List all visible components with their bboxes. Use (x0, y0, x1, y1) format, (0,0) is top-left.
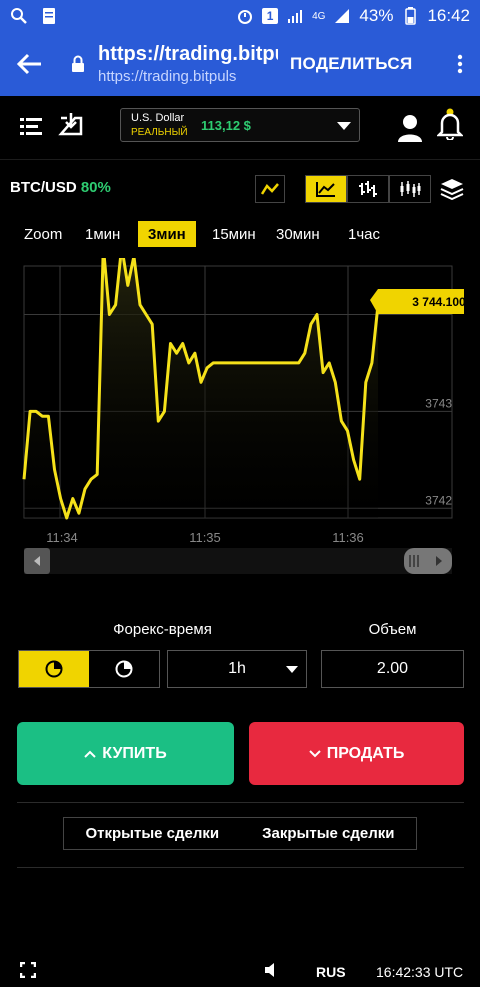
volume-input[interactable]: 2.00 (321, 650, 464, 688)
layers-icon[interactable] (440, 178, 464, 205)
search-icon (10, 7, 28, 25)
back-button[interactable] (0, 32, 58, 96)
indicator-button[interactable] (255, 175, 285, 203)
signal-icon (286, 7, 304, 25)
y-tick-label: 3743 (425, 396, 452, 410)
app-header: U.S. Dollar РЕАЛЬНЫЙ 113,12 $ (0, 96, 480, 160)
menu-list-icon[interactable] (20, 118, 44, 141)
zoom-label: Zoom (24, 225, 63, 243)
pair-name: BTC/USD (10, 179, 77, 196)
timeframe-3min[interactable]: 3мин (138, 221, 196, 247)
timeframe-15min[interactable]: 15мин (212, 221, 256, 247)
x-tick-label: 11:36 (332, 530, 364, 545)
tab-closed-deals[interactable]: Закрытые сделки (262, 825, 394, 842)
asset-pair[interactable]: BTC/USD 80% (10, 179, 111, 196)
buy-button[interactable]: КУПИТЬ (17, 722, 234, 785)
current-price-tag: 3 744.100 (370, 289, 466, 314)
y-axis-labels: 3743 3742 (425, 396, 452, 507)
chart-navigator[interactable] (24, 548, 452, 574)
url-sub: https://trading.bitpuls (98, 68, 237, 85)
navigator-right-handle[interactable] (404, 548, 452, 574)
language-selector[interactable]: RUS (316, 964, 346, 980)
expiry-mode-toggle (18, 650, 160, 688)
more-menu-icon[interactable] (440, 54, 480, 74)
account-selector[interactable]: U.S. Dollar РЕАЛЬНЫЙ 113,12 $ (120, 108, 360, 142)
x-tick-label: 11:35 (189, 530, 221, 545)
chevron-down-icon (337, 122, 351, 130)
timeframe-30min[interactable]: 30мин (276, 221, 320, 247)
document-icon (40, 7, 58, 25)
network-label: 4G (312, 10, 326, 22)
alarm-icon (236, 7, 254, 25)
status-bar: 1 4G 43% 16:42 (0, 0, 480, 32)
price-area (24, 246, 378, 518)
chevron-up-icon (84, 750, 97, 758)
divider (17, 802, 464, 803)
volume-label: Объем (368, 621, 417, 638)
tab-open-deals[interactable]: Открытые сделки (86, 825, 220, 842)
chevron-down-icon (286, 666, 298, 673)
battery-percent: 43% (359, 6, 394, 25)
bar-chart-button[interactable] (347, 175, 389, 203)
expiry-value: 1h (228, 660, 246, 677)
back-arrow-icon (16, 53, 41, 75)
buy-label: КУПИТЬ (102, 744, 167, 762)
current-price-label: 3 744.100 (412, 295, 466, 309)
fullscreen-icon[interactable] (19, 961, 37, 981)
timeframe-1min[interactable]: 1мин (85, 221, 120, 247)
y-tick-label: 3742 (425, 493, 452, 507)
deals-tabs: Открытые сделки Закрытые сделки (63, 817, 417, 850)
lock-icon (58, 55, 98, 73)
timeframe-1hour[interactable]: 1час (348, 221, 380, 247)
bell-icon[interactable] (435, 108, 465, 145)
url-bar[interactable]: https://trading.bitpuls... https://tradi… (98, 43, 278, 85)
line-chart-button[interactable] (305, 175, 347, 203)
clock-icon (45, 660, 63, 678)
chevron-down-icon (308, 749, 321, 757)
ohlc-bars-icon (359, 181, 377, 197)
candlestick-button[interactable] (389, 175, 431, 203)
candlestick-icon (400, 181, 421, 197)
sound-icon[interactable] (264, 962, 276, 981)
price-chart-svg: 3743 3742 11:34 11:35 11:36 3 744.100 (22, 245, 466, 574)
line-chart-icon (316, 182, 335, 197)
bottom-bar: RUS 16:42:33 UTC (0, 956, 480, 987)
share-button[interactable]: ПОДЕЛИТЬСЯ (290, 54, 413, 74)
clock: 16:42 (427, 6, 470, 25)
sell-label: ПРОДАТЬ (326, 744, 405, 762)
account-type: РЕАЛЬНЫЙ (131, 127, 188, 138)
deposit-icon[interactable] (58, 112, 84, 141)
timer-mode-button[interactable] (19, 651, 89, 687)
volume-value: 2.00 (376, 660, 409, 677)
account-balance: 113,12 $ (201, 118, 251, 133)
expiry-select[interactable]: 1h (167, 650, 307, 688)
divider (17, 867, 464, 868)
fixed-time-mode-button[interactable] (89, 651, 159, 687)
user-icon[interactable] (398, 114, 422, 147)
url-main: https://trading.bitpuls... (98, 43, 278, 65)
trend-line-icon (261, 183, 279, 195)
browser-toolbar: https://trading.bitpuls... https://tradi… (0, 32, 480, 96)
forex-time-label: Форекс-время (113, 621, 212, 638)
payout-percent: 80% (80, 179, 111, 196)
account-currency: U.S. Dollar (131, 112, 185, 124)
x-tick-label: 11:34 (46, 530, 78, 545)
price-chart[interactable]: 3743 3742 11:34 11:35 11:36 3 744.100 (0, 245, 480, 583)
x-axis-labels: 11:34 11:35 11:36 (46, 530, 364, 545)
chart-type-group (305, 175, 431, 203)
server-time: 16:42:33 UTC (376, 963, 464, 980)
battery-icon (401, 7, 419, 25)
notification-badge: 1 (262, 8, 279, 24)
sell-button[interactable]: ПРОДАТЬ (249, 722, 464, 785)
cell-signal-icon (333, 7, 351, 25)
clock-alt-icon (115, 660, 133, 678)
